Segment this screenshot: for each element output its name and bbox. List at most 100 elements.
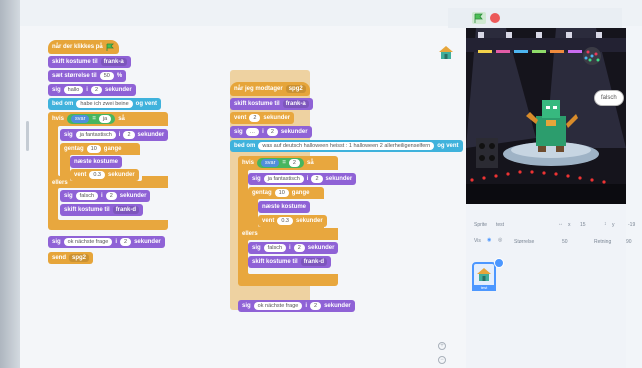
else-label-row: ellers bbox=[48, 177, 72, 189]
say-text-input[interactable]: ok nächste frage bbox=[63, 238, 113, 246]
secs-input[interactable]: 2 bbox=[90, 86, 103, 94]
block-label: i bbox=[118, 132, 121, 138]
unit-label: sekunder bbox=[134, 239, 161, 245]
block-label: i bbox=[289, 245, 291, 251]
switch-costume-block[interactable]: skift kostume til frank-d bbox=[60, 204, 144, 216]
say-text-input[interactable]: ja fantastisch bbox=[263, 175, 304, 183]
wait-input[interactable]: 2 bbox=[249, 114, 261, 122]
compare-input[interactable]: 2 bbox=[288, 159, 300, 167]
when-receive-block[interactable]: når jeg modtager spg2 bbox=[230, 82, 310, 96]
say-for-secs-block[interactable]: sig ja fantastisch i 2 sekunder bbox=[60, 129, 169, 141]
if-header: hvis svar = 2 så bbox=[238, 157, 318, 169]
ask-and-wait-block[interactable]: bed om habe ich zwei beine og vent bbox=[48, 98, 161, 110]
next-costume-block[interactable]: næste kostume bbox=[70, 156, 123, 168]
say-text-input[interactable]: falsch bbox=[263, 244, 287, 252]
answer-reporter[interactable]: svar bbox=[261, 159, 280, 167]
set-size-block[interactable]: sæt størrelse til 50 % bbox=[48, 70, 127, 82]
y-field[interactable]: -19 bbox=[628, 222, 635, 228]
repeat-count-input[interactable]: 10 bbox=[86, 145, 101, 153]
say-for-secs-block[interactable]: sig ok nächste frage i 2 sekunder bbox=[238, 300, 355, 312]
sprite-name-field[interactable]: test bbox=[496, 222, 504, 228]
say-for-secs-block[interactable]: sig falsch i 2 sekunder bbox=[248, 242, 339, 254]
x-field[interactable]: 15 bbox=[580, 222, 586, 228]
block-label: næste kostume bbox=[74, 159, 119, 165]
next-costume-block[interactable]: næste kostume bbox=[258, 201, 311, 213]
block-label: send bbox=[52, 255, 67, 261]
sprite-house-icon bbox=[477, 268, 491, 281]
switch-costume-block[interactable]: skift kostume til frank-a bbox=[230, 98, 313, 110]
block-label: sig bbox=[64, 132, 73, 138]
operator-label: = bbox=[92, 116, 96, 122]
direction-field[interactable]: 90 bbox=[626, 239, 632, 245]
stop-icon[interactable] bbox=[490, 13, 500, 23]
say-for-secs-block[interactable]: sig hallo i 2 sekunder bbox=[48, 84, 136, 96]
zoom-in-icon[interactable]: + bbox=[438, 342, 446, 350]
block-label: i bbox=[262, 129, 264, 135]
screen-bezel bbox=[0, 0, 22, 368]
code-workspace[interactable]: når der klikkes på skift kostume til fra… bbox=[20, 26, 468, 368]
unit-label: sekunder bbox=[108, 172, 135, 178]
block-label: sig bbox=[234, 129, 243, 135]
block-label: i bbox=[101, 193, 103, 199]
switch-costume-block[interactable]: skift kostume til frank-d bbox=[248, 256, 332, 268]
stage-canvas[interactable]: falsch bbox=[466, 28, 626, 204]
switch-costume-block[interactable]: skift kostume til frank-a bbox=[48, 56, 131, 68]
unit-label: sekunder bbox=[105, 87, 132, 93]
sprite-house-icon bbox=[439, 46, 453, 59]
wait-block[interactable]: vent 0.3 sekunder bbox=[258, 215, 327, 227]
question-input[interactable]: habe ich zwei beine bbox=[76, 100, 133, 108]
message-dropdown[interactable]: spg2 bbox=[69, 254, 90, 262]
compare-input[interactable]: ja bbox=[98, 115, 112, 123]
zoom-out-icon[interactable]: − bbox=[438, 356, 446, 364]
secs-input[interactable]: 2 bbox=[266, 128, 278, 136]
block-label: og vent bbox=[437, 143, 459, 149]
answer-reporter[interactable]: svar bbox=[71, 115, 90, 123]
costume-dropdown[interactable]: frank-d bbox=[300, 258, 328, 266]
wait-block[interactable]: vent 2 sekunder bbox=[230, 112, 295, 124]
say-for-secs-block[interactable]: sig ja fantastisch i 2 sekunder bbox=[248, 173, 357, 185]
say-text-input[interactable]: … bbox=[245, 128, 260, 136]
block-label: vent bbox=[234, 115, 247, 121]
green-flag-icon[interactable] bbox=[472, 12, 486, 24]
costume-dropdown[interactable]: frank-d bbox=[112, 206, 140, 214]
wait-input[interactable]: 0.3 bbox=[277, 217, 293, 225]
costume-dropdown[interactable]: frank-a bbox=[282, 100, 309, 108]
costume-dropdown[interactable]: frank-a bbox=[100, 58, 127, 66]
secs-input[interactable]: 2 bbox=[293, 244, 305, 252]
say-for-secs-block[interactable]: sig … i 2 sekunder bbox=[230, 126, 312, 138]
say-for-secs-block[interactable]: sig falsch i 2 sekunder bbox=[60, 190, 151, 202]
delete-sprite-icon[interactable] bbox=[494, 258, 504, 268]
repeat-count-input[interactable]: 10 bbox=[274, 189, 289, 197]
ask-and-wait-block[interactable]: bed om was auf deutsch halloween heisst … bbox=[230, 140, 463, 152]
size-input[interactable]: 50 bbox=[99, 72, 114, 80]
secs-input[interactable]: 2 bbox=[310, 302, 322, 310]
message-dropdown[interactable]: spg2 bbox=[285, 85, 306, 93]
broadcast-block[interactable]: send spg2 bbox=[48, 252, 94, 264]
question-input[interactable]: was auf deutsch halloween heisst : 1 hal… bbox=[258, 142, 435, 150]
secs-input[interactable]: 2 bbox=[105, 192, 117, 200]
say-text-input[interactable]: hallo bbox=[63, 86, 84, 94]
unit-label: sekunder bbox=[296, 218, 323, 224]
secs-input[interactable]: 2 bbox=[311, 175, 323, 183]
size-field[interactable]: 50 bbox=[562, 239, 568, 245]
equals-operator[interactable]: svar = 2 bbox=[257, 158, 304, 168]
wait-input[interactable]: 0.3 bbox=[89, 171, 105, 179]
unit-label: sekunder bbox=[324, 303, 351, 309]
say-text-input[interactable]: ok nächste frage bbox=[253, 302, 303, 310]
equals-operator[interactable]: svar = ja bbox=[67, 114, 116, 124]
unit-label: sekunder bbox=[137, 132, 165, 138]
eye-icon[interactable]: ◉ bbox=[487, 237, 491, 243]
eye-hidden-icon[interactable]: ◎ bbox=[498, 237, 502, 243]
repeat-header: gentag 10 gange bbox=[60, 143, 125, 155]
secs-input[interactable]: 2 bbox=[120, 238, 132, 246]
wait-block[interactable]: vent 0.3 sekunder bbox=[70, 169, 139, 181]
say-text-input[interactable]: falsch bbox=[75, 192, 99, 200]
when-flag-clicked-block[interactable]: når der klikkes på bbox=[48, 40, 119, 54]
say-text-input[interactable]: ja fantastisch bbox=[75, 131, 116, 139]
block-label: i bbox=[305, 303, 308, 309]
direction-label: Retning bbox=[594, 239, 612, 245]
say-for-secs-block[interactable]: sig ok nächste frage i 2 sekunder bbox=[48, 236, 165, 248]
secs-input[interactable]: 2 bbox=[123, 131, 135, 139]
block-label: så bbox=[306, 160, 314, 166]
scroll-grip[interactable] bbox=[26, 121, 29, 151]
